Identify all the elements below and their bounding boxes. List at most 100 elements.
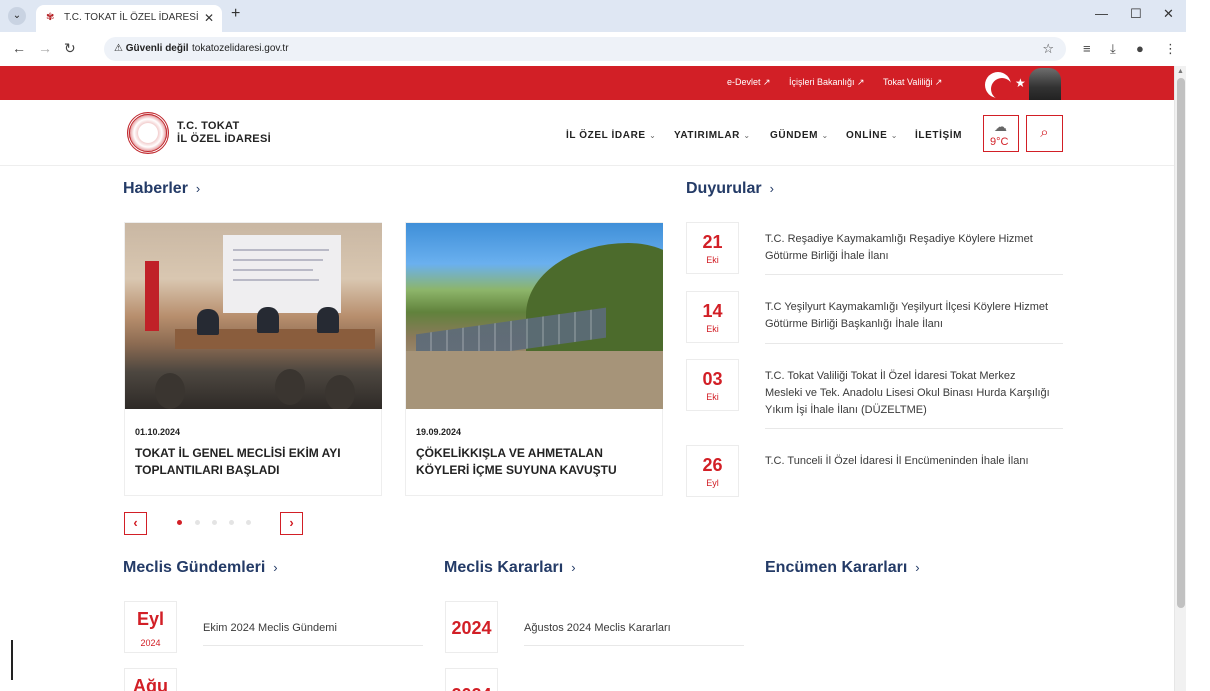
audience-head	[155, 373, 185, 409]
tab-bar: ⌄ ✾ T.C. TOKAT İL ÖZEL İDARESİ ✕ + — ☐ ✕	[0, 0, 1186, 32]
flag-banner: ★	[985, 68, 1061, 100]
tokat-valiligi-link[interactable]: Tokat Valiliği ↗	[883, 77, 942, 88]
logo-seal-icon[interactable]	[127, 112, 169, 154]
icisleri-link[interactable]: İçişleri Bakanlığı ↗	[789, 77, 865, 88]
e-devlet-link[interactable]: e-Devlet ↗	[727, 77, 771, 88]
chevron-right-icon: ›	[915, 560, 920, 575]
scroll-up-icon[interactable]: ▲	[1177, 68, 1184, 75]
maximize-icon[interactable]: ☐	[1130, 6, 1142, 22]
menu-label: İLETİŞİM	[915, 130, 963, 141]
chevron-right-icon: ›	[289, 515, 294, 530]
logo-line2[interactable]: İL ÖZEL İDARESİ	[177, 133, 271, 145]
committee-decisions-title: Encümen Kararları	[765, 559, 908, 576]
agenda-link[interactable]: Ekim 2024 Meclis Gündemi	[203, 622, 337, 634]
chevron-down-icon: ⌄	[649, 131, 657, 140]
slider-dot[interactable]	[246, 520, 251, 525]
projection-screen	[223, 235, 341, 313]
new-tab-icon[interactable]: +	[231, 5, 240, 23]
announcement-date: 26 Eyl	[686, 445, 739, 497]
search-button[interactable]: ⌕	[1026, 115, 1063, 152]
menu-label: GÜNDEM	[770, 130, 819, 141]
news-heading[interactable]: Haberler ›	[123, 180, 200, 198]
logo-line1[interactable]: T.C. TOKAT	[177, 120, 239, 132]
divider	[765, 343, 1063, 344]
weather-widget[interactable]: ☁ 9°C	[983, 115, 1019, 152]
decision-year: 2024	[446, 685, 497, 691]
slider-dot[interactable]	[195, 520, 200, 525]
divider	[203, 645, 423, 646]
news-card[interactable]: 01.10.2024 TOKAT İL GENEL MECLİSİ EKİM A…	[124, 222, 382, 496]
announcement-month: Eki	[706, 324, 719, 334]
chevron-down-icon: ⌄	[821, 131, 829, 140]
decision-date: 2024	[445, 601, 498, 653]
minimize-icon[interactable]: —	[1095, 6, 1108, 21]
tab-search-icon[interactable]: ⌄	[8, 7, 26, 25]
slider-dot[interactable]	[229, 520, 234, 525]
announcement-month: Eyl	[706, 478, 719, 488]
menu-online[interactable]: ONLİNE ⌄	[846, 130, 898, 141]
council-decisions-heading[interactable]: Meclis Kararları ›	[444, 559, 576, 577]
announcement-link[interactable]: T.C Yeşilyurt Kaymakamlığı Yeşilyurt İlç…	[765, 299, 1050, 333]
top-bar: e-Devlet ↗ İçişleri Bakanlığı ↗ Tokat Va…	[0, 66, 1174, 100]
decision-link[interactable]: Ağustos 2024 Meclis Kararları	[524, 622, 671, 634]
news-title[interactable]: TOKAT İL GENEL MECLİSİ EKİM AYI TOPLANTI…	[135, 445, 375, 479]
news-title[interactable]: ÇÖKELİKKIŞLA VE AHMETALAN KÖYLERİ İÇME S…	[416, 445, 656, 479]
menu-gundem[interactable]: GÜNDEM ⌄	[770, 130, 829, 141]
slider-prev-button[interactable]: ‹	[124, 512, 147, 535]
news-image[interactable]	[406, 223, 663, 409]
agenda-month: Eyl	[136, 609, 165, 629]
tab-title: T.C. TOKAT İL ÖZEL İDARESİ	[64, 12, 199, 23]
insecure-warning[interactable]: ⚠ Güvenli değil	[114, 43, 189, 54]
announcement-date: 14 Eki	[686, 291, 739, 343]
search-icon: ⌕	[1040, 124, 1049, 141]
browser-chrome: ⌄ ✾ T.C. TOKAT İL ÖZEL İDARESİ ✕ + — ☐ ✕…	[0, 0, 1186, 66]
news-title: Haberler	[123, 180, 188, 197]
agenda-date: Eyl 2024	[124, 601, 177, 653]
close-window-icon[interactable]: ✕	[1163, 6, 1174, 22]
slider-next-button[interactable]: ›	[280, 512, 303, 535]
url-text[interactable]: tokatozelidaresi.gov.tr	[192, 43, 289, 54]
news-card[interactable]: 19.09.2024 ÇÖKELİKKIŞLA VE AHMETALAN KÖY…	[405, 222, 663, 496]
announcement-link[interactable]: T.C. Tokat Valiliği Tokat İl Özel İdares…	[765, 368, 1050, 419]
reload-icon[interactable]: ↻	[64, 40, 76, 57]
download-icon[interactable]: ⤓	[1110, 41, 1116, 57]
audience-head	[275, 369, 305, 405]
reading-list-icon[interactable]: ≡	[1083, 41, 1091, 56]
address-bar[interactable]: ⚠ Güvenli değil tokatozelidaresi.gov.tr …	[104, 37, 1066, 61]
scroll-thumb[interactable]	[1177, 78, 1185, 608]
announcement-day: 14	[702, 301, 723, 321]
browser-menu-icon[interactable]: ⋮	[1164, 41, 1177, 57]
slider-dot[interactable]	[177, 520, 182, 525]
back-icon[interactable]: ←	[12, 40, 26, 56]
forward-icon[interactable]: →	[38, 40, 52, 56]
crescent-icon	[985, 72, 1013, 100]
chevron-right-icon: ›	[195, 181, 201, 196]
menu-label: ONLİNE	[846, 130, 888, 141]
page-scrollbar[interactable]: ▲	[1174, 66, 1186, 691]
agenda-year: 2024	[140, 638, 161, 648]
slider-dot[interactable]	[212, 520, 217, 525]
committee-decisions-heading[interactable]: Encümen Kararları ›	[765, 559, 920, 577]
tab-close-icon[interactable]: ✕	[204, 11, 214, 25]
announcement-link[interactable]: T.C. Reşadiye Kaymakamlığı Reşadiye Köyl…	[765, 231, 1050, 265]
menu-il-ozel-idare[interactable]: İL ÖZEL İDARE ⌄	[566, 130, 656, 141]
bookmark-star-icon[interactable]: ☆	[1042, 41, 1054, 57]
announcements-heading[interactable]: Duyurular ›	[686, 180, 774, 198]
chevron-down-icon: ⌄	[890, 131, 899, 140]
menu-label: İL ÖZEL İDARE	[566, 130, 646, 141]
chevron-left-icon: ‹	[133, 515, 138, 530]
site-header: T.C. TOKAT İL ÖZEL İDARESİ İL ÖZEL İDARE…	[0, 100, 1174, 166]
council-agenda-heading[interactable]: Meclis Gündemleri ›	[123, 559, 278, 577]
menu-iletisim[interactable]: İLETİŞİM	[915, 130, 962, 141]
menu-label: YATIRIMLAR	[674, 130, 740, 141]
person	[197, 309, 219, 335]
chevron-down-icon: ⌄	[743, 131, 751, 140]
menu-yatirimlar[interactable]: YATIRIMLAR ⌄	[674, 130, 751, 141]
chevron-right-icon: ›	[273, 560, 278, 575]
announcement-day: 26	[702, 455, 723, 475]
profile-avatar-icon[interactable]: ●	[1136, 41, 1144, 56]
news-image[interactable]	[125, 223, 382, 409]
browser-tab[interactable]: ✾ T.C. TOKAT İL ÖZEL İDARESİ ✕	[36, 5, 222, 32]
announcement-link[interactable]: T.C. Tunceli İl Özel İdaresi İl Encümeni…	[765, 453, 1050, 470]
ataturk-portrait	[1029, 68, 1061, 100]
